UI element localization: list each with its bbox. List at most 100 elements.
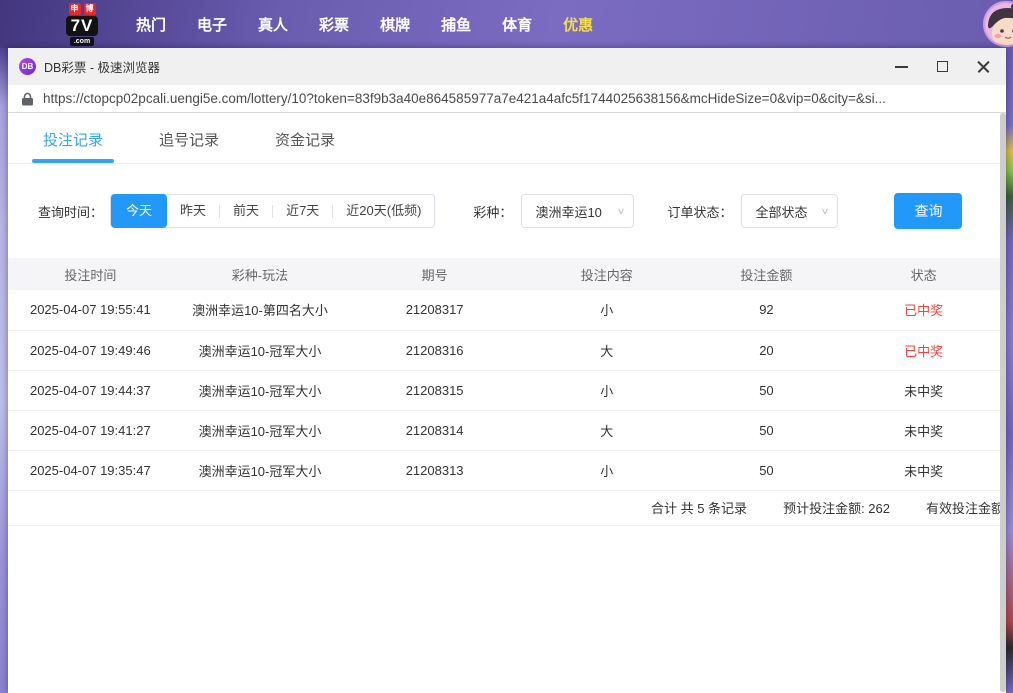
table-row: 2025-04-07 19:44:37 澳洲幸运10-冠军大小 21208315… [8,370,1006,410]
content-scrollbar[interactable] [1000,113,1006,692]
page-edge-left [0,48,8,693]
url-text[interactable]: https://ctopcp02pcali.uengi5e.com/lotter… [43,91,886,106]
logo-main-text: 7V [66,16,99,36]
cell-bet-amount: 20 [692,330,842,370]
cell-game-play: 澳洲幸运10-冠军大小 [173,450,348,490]
tab-chase-records[interactable]: 追号记录 [159,129,219,163]
header-status: 状态 [841,258,1006,290]
close-icon [977,60,990,73]
cell-status: 未中奖 [841,410,1006,450]
time-option-last-20-days[interactable]: 近20天(低频) [333,195,434,227]
nav-item-live[interactable]: 真人 [258,14,288,35]
user-avatar[interactable] [983,1,1013,47]
nav-item-promo[interactable]: 优惠 [563,14,593,35]
cell-bet-amount: 50 [692,370,842,410]
cell-bet-content: 大 [522,410,692,450]
maximize-icon [937,61,948,72]
table-row: 2025-04-07 19:41:27 澳洲幸运10-冠军大小 21208314… [8,410,1006,450]
nav-item-slots[interactable]: 电子 [197,14,227,35]
time-filter-label: 查询时间： [38,202,103,221]
nav-item-fishing[interactable]: 捕鱼 [441,14,471,35]
time-filter-group: 今天 昨天 前天 近7天 近20天(低频) [110,194,435,228]
cell-issue: 21208316 [347,330,522,370]
logo-suffix-text: .com [70,37,94,46]
logo-badge-left: 申 [69,3,81,15]
cell-status: 未中奖 [841,370,1006,410]
cell-bet-time: 2025-04-07 19:55:41 [8,290,173,330]
window-title: DB彩票 - 极速浏览器 [44,57,160,76]
header-game-play: 彩种-玩法 [173,258,348,290]
filter-bar: 查询时间： 今天 昨天 前天 近7天 近20天(低频) 彩种： 澳洲幸运10 ∨… [38,193,1006,229]
cell-bet-amount: 50 [692,410,842,450]
cell-game-play: 澳洲幸运10-第四名大小 [173,290,348,330]
chevron-down-icon: ∨ [617,206,626,217]
scrollbar-thumb[interactable] [1000,113,1006,692]
table-row: 2025-04-07 19:35:47 澳洲幸运10-冠军大小 21208313… [8,450,1006,490]
header-bet-amount: 投注金额 [692,258,842,290]
summary-valid-amount: 有效投注金额 [926,498,1004,517]
cell-status: 未中奖 [841,450,1006,490]
order-status-label: 订单状态： [667,202,732,221]
logo-badge-right: 博 [84,3,96,15]
bet-records-table: 投注时间 彩种-玩法 期号 投注内容 投注金额 状态 2025-04-07 19… [8,258,1006,491]
minimize-icon [895,66,908,68]
cell-bet-time: 2025-04-07 19:35:47 [8,450,173,490]
table-header-row: 投注时间 彩种-玩法 期号 投注内容 投注金额 状态 [8,258,1006,290]
record-tabs: 投注记录 追号记录 资金记录 [8,113,1006,164]
address-bar[interactable]: https://ctopcp02pcali.uengi5e.com/lotter… [8,85,1006,113]
cell-status: 已中奖 [841,330,1006,370]
cell-game-play: 澳洲幸运10-冠军大小 [173,330,348,370]
cell-bet-content: 小 [522,370,692,410]
nav-item-sports[interactable]: 体育 [502,14,532,35]
order-status-select[interactable]: 全部状态 ∨ [741,194,838,228]
db-lottery-app-icon: DB [19,58,36,75]
time-option-last-7-days[interactable]: 近7天 [273,195,332,227]
cell-bet-time: 2025-04-07 19:41:27 [8,410,173,450]
time-option-yesterday[interactable]: 昨天 [167,195,219,227]
cell-bet-content: 小 [522,290,692,330]
lottery-type-label: 彩种： [473,202,512,221]
time-option-day-before[interactable]: 前天 [220,195,272,227]
summary-row: 合计 共 5 条记录 预计投注金额: 262 有效投注金额 [8,491,1006,526]
cell-bet-time: 2025-04-07 19:49:46 [8,330,173,370]
cell-game-play: 澳洲幸运10-冠军大小 [173,410,348,450]
site-logo[interactable]: 申 博 7V .com [55,3,109,46]
lottery-type-select[interactable]: 澳洲幸运10 ∨ [521,194,634,228]
header-bet-content: 投注内容 [522,258,692,290]
summary-total-records: 合计 共 5 条记录 [651,498,747,517]
cell-issue: 21208315 [347,370,522,410]
tab-bet-records[interactable]: 投注记录 [43,129,103,163]
cell-issue: 21208313 [347,450,522,490]
chevron-down-icon: ∨ [821,206,830,217]
site-topbar: 申 博 7V .com 热门 电子 真人 彩票 棋牌 捕鱼 体育 优惠 [0,0,1013,48]
header-bet-time: 投注时间 [8,258,173,290]
search-button[interactable]: 查询 [894,193,962,229]
order-status-value: 全部状态 [755,202,807,221]
window-controls [881,48,1004,85]
browser-window: DB DB彩票 - 极速浏览器 https://ctopcp02pcali.ue… [8,48,1006,693]
tab-fund-records[interactable]: 资金记录 [275,129,335,163]
maximize-button[interactable] [922,48,963,85]
cell-issue: 21208314 [347,410,522,450]
minimize-button[interactable] [881,48,922,85]
lottery-page-content: 投注记录 追号记录 资金记录 查询时间： 今天 昨天 前天 近7天 近20天(低… [8,113,1006,692]
logo-badges: 申 博 [69,3,96,15]
nav-item-chess[interactable]: 棋牌 [380,14,410,35]
cell-bet-time: 2025-04-07 19:44:37 [8,370,173,410]
summary-expected-amount: 预计投注金额: 262 [783,498,890,517]
cell-game-play: 澳洲幸运10-冠军大小 [173,370,348,410]
page-edge-right [1006,48,1013,693]
nav-item-hot[interactable]: 热门 [136,14,166,35]
nav-item-lottery[interactable]: 彩票 [319,14,349,35]
header-issue: 期号 [347,258,522,290]
cell-bet-content: 大 [522,330,692,370]
site-nav: 热门 电子 真人 彩票 棋牌 捕鱼 体育 优惠 [136,14,593,35]
avatar-cartoon-girl-icon [985,3,1013,47]
lock-icon [22,92,33,106]
time-option-today[interactable]: 今天 [111,194,167,228]
cell-status: 已中奖 [841,290,1006,330]
close-button[interactable] [963,48,1004,85]
cell-bet-amount: 50 [692,450,842,490]
cell-bet-content: 小 [522,450,692,490]
cell-bet-amount: 92 [692,290,842,330]
